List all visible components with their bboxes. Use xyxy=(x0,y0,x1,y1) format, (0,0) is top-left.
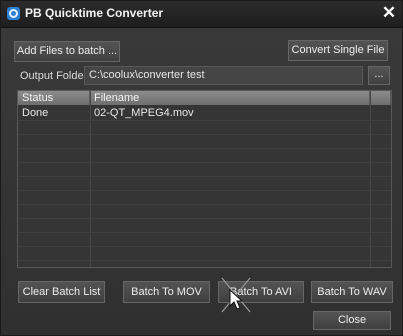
clear-batch-list-button[interactable]: Clear Batch List xyxy=(18,281,105,303)
row-filename: 02-QT_MPEG4.mov xyxy=(94,107,194,119)
mouse-pointer-icon xyxy=(221,277,251,313)
grid-line xyxy=(18,204,391,205)
batch-to-mov-button[interactable]: Batch To MOV xyxy=(123,281,210,303)
grid-line xyxy=(18,232,391,233)
grid-line xyxy=(18,260,391,261)
browse-button[interactable]: ... xyxy=(368,66,390,85)
grid-line xyxy=(18,134,391,135)
grid-line xyxy=(18,120,391,121)
column-header-filename[interactable]: Filename xyxy=(90,91,370,105)
converter-window: PB Quicktime Converter ✕ Add Files to ba… xyxy=(0,0,403,336)
add-files-button[interactable]: Add Files to batch ... xyxy=(14,41,120,62)
title-bar[interactable]: PB Quicktime Converter ✕ xyxy=(1,1,402,28)
table-header: Status Filename xyxy=(18,91,391,105)
column-divider xyxy=(90,91,91,267)
batch-table[interactable]: Status Filename Done 02-QT_MPEG4.mov xyxy=(17,90,392,268)
grid-line xyxy=(18,190,391,191)
column-header-status[interactable]: Status xyxy=(18,91,90,105)
close-button[interactable]: Close xyxy=(313,311,391,330)
output-folder-label: Output Folder xyxy=(20,70,88,82)
convert-single-file-button[interactable]: Convert Single File xyxy=(288,40,388,61)
grid-line xyxy=(18,246,391,247)
grid-line xyxy=(18,176,391,177)
row-status: Done xyxy=(22,107,49,119)
grid-line xyxy=(18,162,391,163)
window-title: PB Quicktime Converter xyxy=(25,6,164,20)
grid-line xyxy=(18,218,391,219)
column-header-spare xyxy=(370,91,391,105)
table-row[interactable]: Done 02-QT_MPEG4.mov xyxy=(18,106,391,120)
output-folder-field[interactable]: C:\coolux\converter test xyxy=(84,66,363,85)
grid-line xyxy=(18,148,391,149)
close-icon[interactable]: ✕ xyxy=(377,2,401,24)
column-divider xyxy=(370,91,371,267)
app-icon xyxy=(7,7,20,20)
batch-to-wav-button[interactable]: Batch To WAV xyxy=(311,281,393,303)
